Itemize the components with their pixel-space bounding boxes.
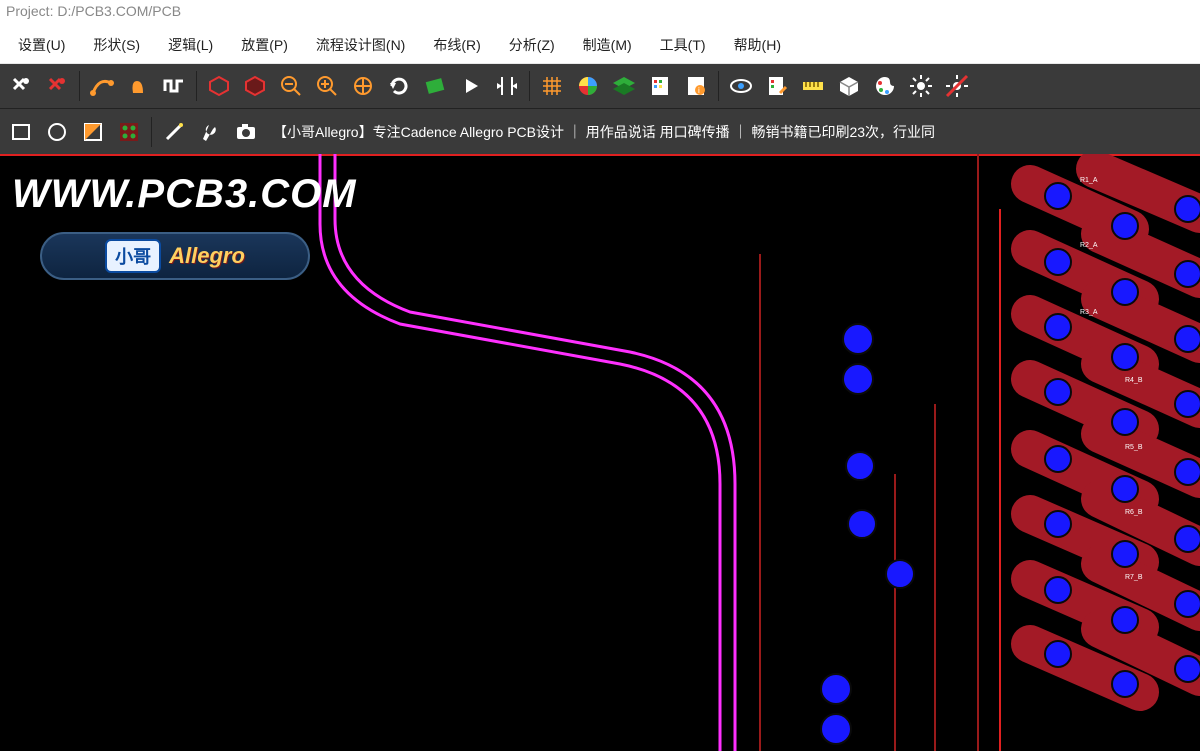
svg-text:R4_B: R4_B	[1125, 377, 1143, 384]
logo-en: Allegro	[169, 243, 245, 269]
toolbar-divider	[529, 71, 530, 101]
color-wheel-icon[interactable]	[571, 69, 605, 103]
sheet-grid-icon[interactable]	[643, 69, 677, 103]
sheet-edit-icon[interactable]	[760, 69, 794, 103]
watermark: WWW.PCB3.COM	[12, 172, 357, 217]
camera-icon[interactable]	[229, 115, 263, 149]
toolbar-divider	[196, 71, 197, 101]
sheet-info-icon[interactable]: i	[679, 69, 713, 103]
toolbar: i 【小哥Allegro】专注Cadence Allegro PCB设计 ｜ 用…	[0, 64, 1200, 154]
wand-icon[interactable]	[157, 115, 191, 149]
svg-text:i: i	[698, 86, 700, 95]
rect-tool-icon[interactable]	[4, 115, 38, 149]
menu-manufacture[interactable]: 制造(M)	[569, 29, 646, 61]
menu-shape[interactable]: 形状(S)	[79, 29, 154, 61]
svg-text:R6_B: R6_B	[1125, 509, 1143, 516]
svg-text:R2_A: R2_A	[1080, 242, 1098, 249]
title-bar: Project: D:/PCB3.COM/PCB	[0, 0, 1200, 26]
menu-bar: 设置(U) 形状(S) 逻辑(L) 放置(P) 流程设计图(N) 布线(R) 分…	[0, 26, 1200, 64]
pin-icon[interactable]	[4, 69, 38, 103]
chip-icon[interactable]	[418, 69, 452, 103]
align-icon[interactable]	[490, 69, 524, 103]
menu-settings[interactable]: 设置(U)	[4, 29, 79, 61]
toolbar-row-2: 【小哥Allegro】专注Cadence Allegro PCB设计 ｜ 用作品…	[0, 109, 1200, 154]
wave-icon[interactable]	[157, 69, 191, 103]
menu-logic[interactable]: 逻辑(L)	[154, 29, 227, 61]
menu-route[interactable]: 布线(R)	[419, 29, 494, 61]
layers-icon[interactable]	[607, 69, 641, 103]
svg-text:R7_B: R7_B	[1125, 574, 1143, 581]
svg-text:R1_A: R1_A	[1080, 177, 1098, 184]
play-icon[interactable]	[454, 69, 488, 103]
toolbar-divider	[79, 71, 80, 101]
hex-icon[interactable]	[202, 69, 236, 103]
split-tool-icon[interactable]	[76, 115, 110, 149]
brightness-off-icon[interactable]	[940, 69, 974, 103]
promo-text: 【小哥Allegro】专注Cadence Allegro PCB设计 ｜ 用作品…	[265, 122, 935, 142]
hex-fill-icon[interactable]	[238, 69, 272, 103]
route-icon[interactable]	[85, 69, 119, 103]
menu-help[interactable]: 帮助(H)	[720, 29, 795, 61]
brightness-icon[interactable]	[904, 69, 938, 103]
zoom-in-icon[interactable]	[310, 69, 344, 103]
svg-text:R5_B: R5_B	[1125, 444, 1143, 451]
pin-remove-icon[interactable]	[40, 69, 74, 103]
palette-icon[interactable]	[868, 69, 902, 103]
pcb-canvas[interactable]: R1_A R2_A R3_A R4_B R5_B R6_B R7_B WWW.P…	[0, 154, 1200, 751]
menu-tools[interactable]: 工具(T)	[646, 29, 720, 61]
hand-icon[interactable]	[121, 69, 155, 103]
toolbar-divider	[718, 71, 719, 101]
logo-cn: 小哥	[105, 239, 161, 273]
logo-badge: 小哥 Allegro	[40, 232, 310, 280]
menu-flow[interactable]: 流程设计图(N)	[302, 29, 419, 61]
pads-tool-icon[interactable]	[112, 115, 146, 149]
zoom-fit-icon[interactable]	[346, 69, 380, 103]
circle-tool-icon[interactable]	[40, 115, 74, 149]
toolbar-divider	[151, 117, 152, 147]
svg-text:R3_A: R3_A	[1080, 309, 1098, 316]
via-column	[821, 324, 914, 744]
diag-traces: R1_A R2_A R3_A R4_B R5_B R6_B R7_B	[1030, 169, 1200, 697]
eye-icon[interactable]	[724, 69, 758, 103]
menu-analyze[interactable]: 分析(Z)	[495, 29, 569, 61]
ruler-icon[interactable]	[796, 69, 830, 103]
project-path: Project: D:/PCB3.COM/PCB	[6, 3, 181, 19]
cube-icon[interactable]	[832, 69, 866, 103]
wrench-icon[interactable]	[193, 115, 227, 149]
toolbar-row-1: i	[0, 64, 1200, 109]
refresh-icon[interactable]	[382, 69, 416, 103]
menu-place[interactable]: 放置(P)	[227, 29, 302, 61]
grid-icon[interactable]	[535, 69, 569, 103]
zoom-out-icon[interactable]	[274, 69, 308, 103]
